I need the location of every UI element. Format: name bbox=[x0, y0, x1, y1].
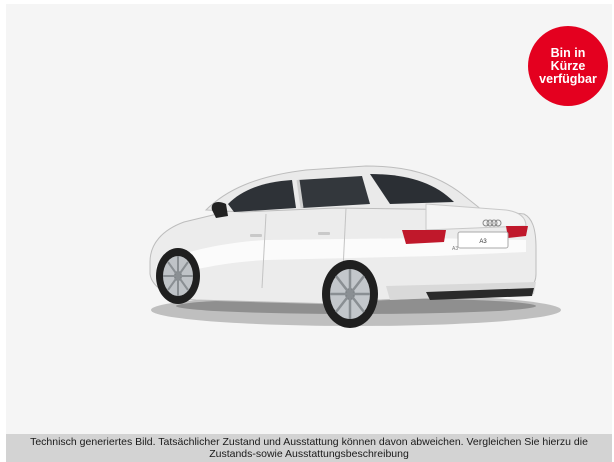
car-front-wheel bbox=[156, 248, 200, 304]
availability-badge-text: Bin in Kürze verfügbar bbox=[539, 45, 597, 86]
image-disclaimer: Technisch generiertes Bild. Tatsächliche… bbox=[6, 434, 612, 462]
car-side-window-rear bbox=[298, 176, 370, 208]
car-image: A3 A3 bbox=[149, 165, 561, 328]
car-rear-wheel bbox=[322, 260, 378, 328]
image-disclaimer-text: Technisch generiertes Bild. Tatsächliche… bbox=[30, 436, 588, 460]
car-taillight-left bbox=[402, 230, 446, 244]
model-badge: A3 bbox=[452, 246, 458, 252]
vehicle-image-stage[interactable]: A3 A3 Bin in Kürze verfügbar bbox=[6, 4, 612, 434]
license-plate-text: A3 bbox=[479, 239, 487, 245]
availability-badge: Bin in Kürze verfügbar bbox=[528, 26, 608, 106]
